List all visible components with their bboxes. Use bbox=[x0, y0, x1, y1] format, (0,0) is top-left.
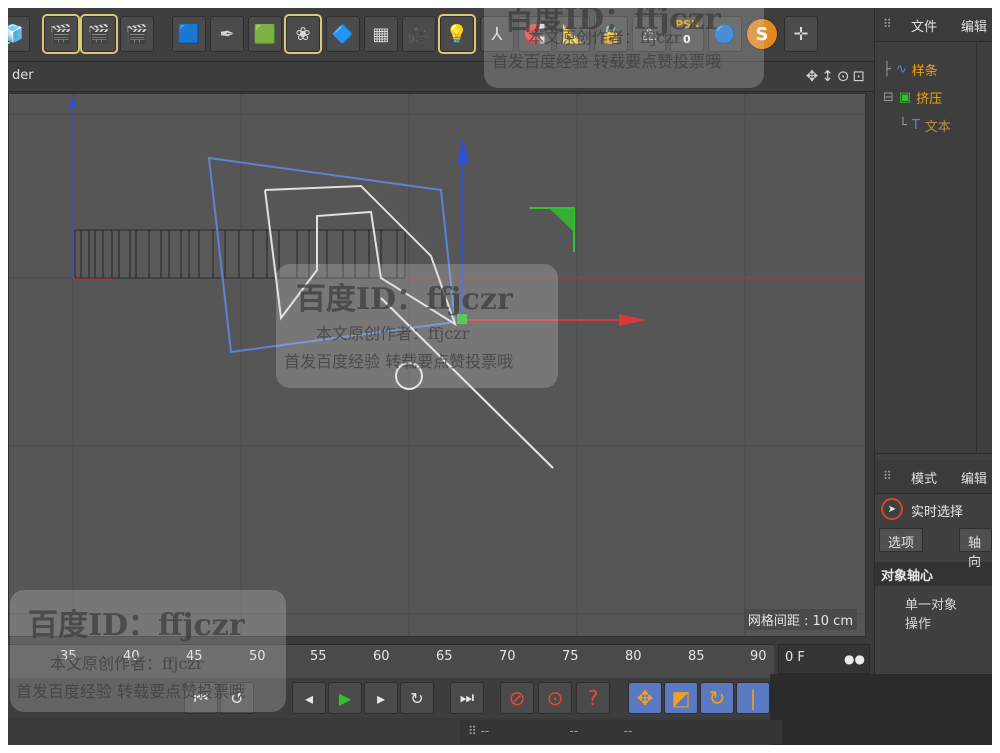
prev-frame-button[interactable]: ◂ bbox=[292, 682, 326, 714]
watermark-publish: 首发百度经验 转载要点赞投票哦 bbox=[492, 52, 722, 71]
gizmo-y-arrow-icon[interactable] bbox=[457, 138, 469, 164]
empty-panel-area bbox=[770, 674, 992, 745]
text-object-icon: T bbox=[911, 118, 920, 133]
single-object-option[interactable]: 单一对象操作 bbox=[875, 586, 992, 640]
tick-label: 85 bbox=[688, 649, 705, 664]
move-key-button[interactable]: ✥ bbox=[628, 682, 662, 714]
panel-grip-icon[interactable]: ⠿ bbox=[883, 469, 892, 483]
tab-options[interactable]: 选项 bbox=[879, 528, 924, 552]
right-panel: ⠿ 文件 编辑 ├ ∿ 样条 ⊟ ▣ 挤压 └ T 文本 ⠿ 模式 编辑 ➤ 实… bbox=[874, 8, 992, 745]
object-manager-header: ⠿ 文件 编辑 bbox=[875, 8, 992, 42]
cube-object-button[interactable]: 🟦 bbox=[172, 16, 206, 52]
menu-edit[interactable]: 编辑 bbox=[961, 16, 987, 35]
tree-connector-icon: ├ bbox=[883, 62, 891, 77]
tree-item-label: 样条 bbox=[911, 64, 938, 79]
viewport-title: der bbox=[12, 68, 34, 83]
watermark-author: 本文原创作者：ffjczr bbox=[316, 324, 470, 343]
tree-item-extrude[interactable]: ⊟ ▣ 挤压 bbox=[883, 88, 942, 107]
menu-mode[interactable]: 模式 bbox=[911, 468, 937, 487]
gizmo-x-arrow-icon[interactable] bbox=[619, 314, 647, 326]
cursor-arrow-icon: ➤ bbox=[881, 498, 903, 520]
play-button[interactable]: ▶ bbox=[328, 682, 362, 714]
watermark-id: 百度ID：ffjczr bbox=[28, 608, 245, 643]
tree-item-text[interactable]: └ T 文本 bbox=[899, 116, 951, 135]
tree-connector-icon: └ bbox=[899, 118, 907, 133]
go-to-end-button[interactable]: ⏭ bbox=[450, 682, 484, 714]
subdivision-button[interactable]: 🟩 bbox=[248, 16, 282, 52]
current-frame-value: 0 F bbox=[785, 650, 805, 665]
floor-button[interactable]: ▦ bbox=[364, 16, 398, 52]
render-settings-button[interactable]: 🎬 bbox=[120, 16, 154, 52]
current-frame-field[interactable]: 0 F ●● bbox=[778, 644, 870, 674]
tick-label: 70 bbox=[499, 649, 516, 664]
app-window: 🧊 🎬 🎬 🎬 🟦 ✒ 🟩 ❀ 🔷 ▦ 🎥 💡 ⅄ 🧲 📐 🔒 ⚠ PSR 0 … bbox=[8, 8, 992, 745]
array-generator-button[interactable]: ❀ bbox=[284, 14, 322, 54]
tick-label: 75 bbox=[562, 649, 579, 664]
tick-label: 80 bbox=[625, 649, 642, 664]
extrude-icon: ▣ bbox=[898, 90, 912, 105]
watermark-id: 百度ID：ffjczr bbox=[296, 282, 513, 317]
menu-file[interactable]: 文件 bbox=[911, 16, 937, 35]
world-z-arrow-icon bbox=[69, 96, 77, 108]
light-button[interactable]: 💡 bbox=[438, 14, 476, 54]
attribute-tabs: 选项 轴向 bbox=[875, 526, 992, 570]
camera-button[interactable]: 🎥 bbox=[402, 16, 436, 52]
tick-label: 90 bbox=[750, 649, 767, 664]
render-view-button[interactable]: 🎬 bbox=[42, 14, 80, 54]
tab-axis[interactable]: 轴向 bbox=[959, 528, 992, 570]
autokey-button[interactable]: ⊙ bbox=[538, 682, 572, 714]
watermark-author: 本文原创作者：ffjczr bbox=[528, 28, 682, 47]
object-tree: ├ ∿ 样条 ⊟ ▣ 挤压 └ T 文本 bbox=[875, 42, 992, 454]
scale-key-button[interactable]: ◩ bbox=[664, 682, 698, 714]
cube-tool-icon[interactable]: 🧊 bbox=[8, 16, 30, 52]
tick-label: 65 bbox=[436, 649, 453, 664]
attribute-manager-header: ⠿ 模式 编辑 bbox=[875, 460, 992, 494]
deformer-button[interactable]: 🔷 bbox=[326, 16, 360, 52]
status-bar: ⠿ -- -- -- bbox=[460, 720, 782, 744]
tick-label: 60 bbox=[373, 649, 390, 664]
live-selection-label: 实时选择 bbox=[911, 505, 964, 520]
loop-button[interactable]: ↻ bbox=[400, 682, 434, 714]
tree-collapse-icon[interactable]: ⊟ bbox=[883, 90, 894, 105]
live-selection-tool[interactable]: ➤ 实时选择 bbox=[875, 494, 992, 526]
frame-slider-knob-icon[interactable]: ●● bbox=[844, 652, 865, 666]
tree-item-label: 挤压 bbox=[916, 92, 943, 107]
panel-grip-icon[interactable]: ⠿ bbox=[883, 17, 892, 31]
camera-corner-icon bbox=[549, 208, 574, 232]
param-key-button[interactable]: | bbox=[736, 682, 770, 714]
tree-visibility-column[interactable] bbox=[976, 42, 992, 453]
watermark-center: 百度ID：ffjczr 本文原创作者：ffjczr 首发百度经验 转载要点赞投票… bbox=[276, 264, 558, 388]
spline-icon: ∿ bbox=[895, 62, 907, 77]
render-picture-viewer-button[interactable]: 🎬 bbox=[80, 14, 118, 54]
tree-item-spline[interactable]: ├ ∿ 样条 bbox=[883, 60, 938, 79]
watermark-publish: 首发百度经验 转载要点赞投票哦 bbox=[284, 352, 514, 371]
rotate-key-button[interactable]: ↻ bbox=[700, 682, 734, 714]
grid-spacing-label: 网格间距 : 10 cm bbox=[743, 609, 857, 630]
watermark-author: 本文原创作者：ffjczr bbox=[50, 654, 204, 673]
menu-edit[interactable]: 编辑 bbox=[961, 468, 987, 487]
pen-spline-button[interactable]: ✒ bbox=[210, 16, 244, 52]
keyframe-help-button[interactable]: ? bbox=[576, 682, 610, 714]
next-frame-button[interactable]: ▸ bbox=[364, 682, 398, 714]
record-keys-button[interactable]: ⊘ bbox=[500, 682, 534, 714]
tree-item-label: 文本 bbox=[924, 120, 951, 135]
snap-settings-icon[interactable]: ✛ bbox=[784, 16, 818, 52]
viewport-nav-icons[interactable]: ✥↕⊙⊡ bbox=[806, 67, 868, 85]
watermark-top: 百度ID：ffjczr 本文原创作者：ffjczr 首发百度经验 转载要点赞投票… bbox=[484, 8, 764, 88]
watermark-bottom: 百度ID：ffjczr 本文原创作者：ffjczr 首发百度经验 转载要点赞投票… bbox=[10, 590, 286, 712]
watermark-publish: 首发百度经验 转载要点赞投票哦 bbox=[16, 682, 246, 701]
tick-label: 55 bbox=[310, 649, 327, 664]
